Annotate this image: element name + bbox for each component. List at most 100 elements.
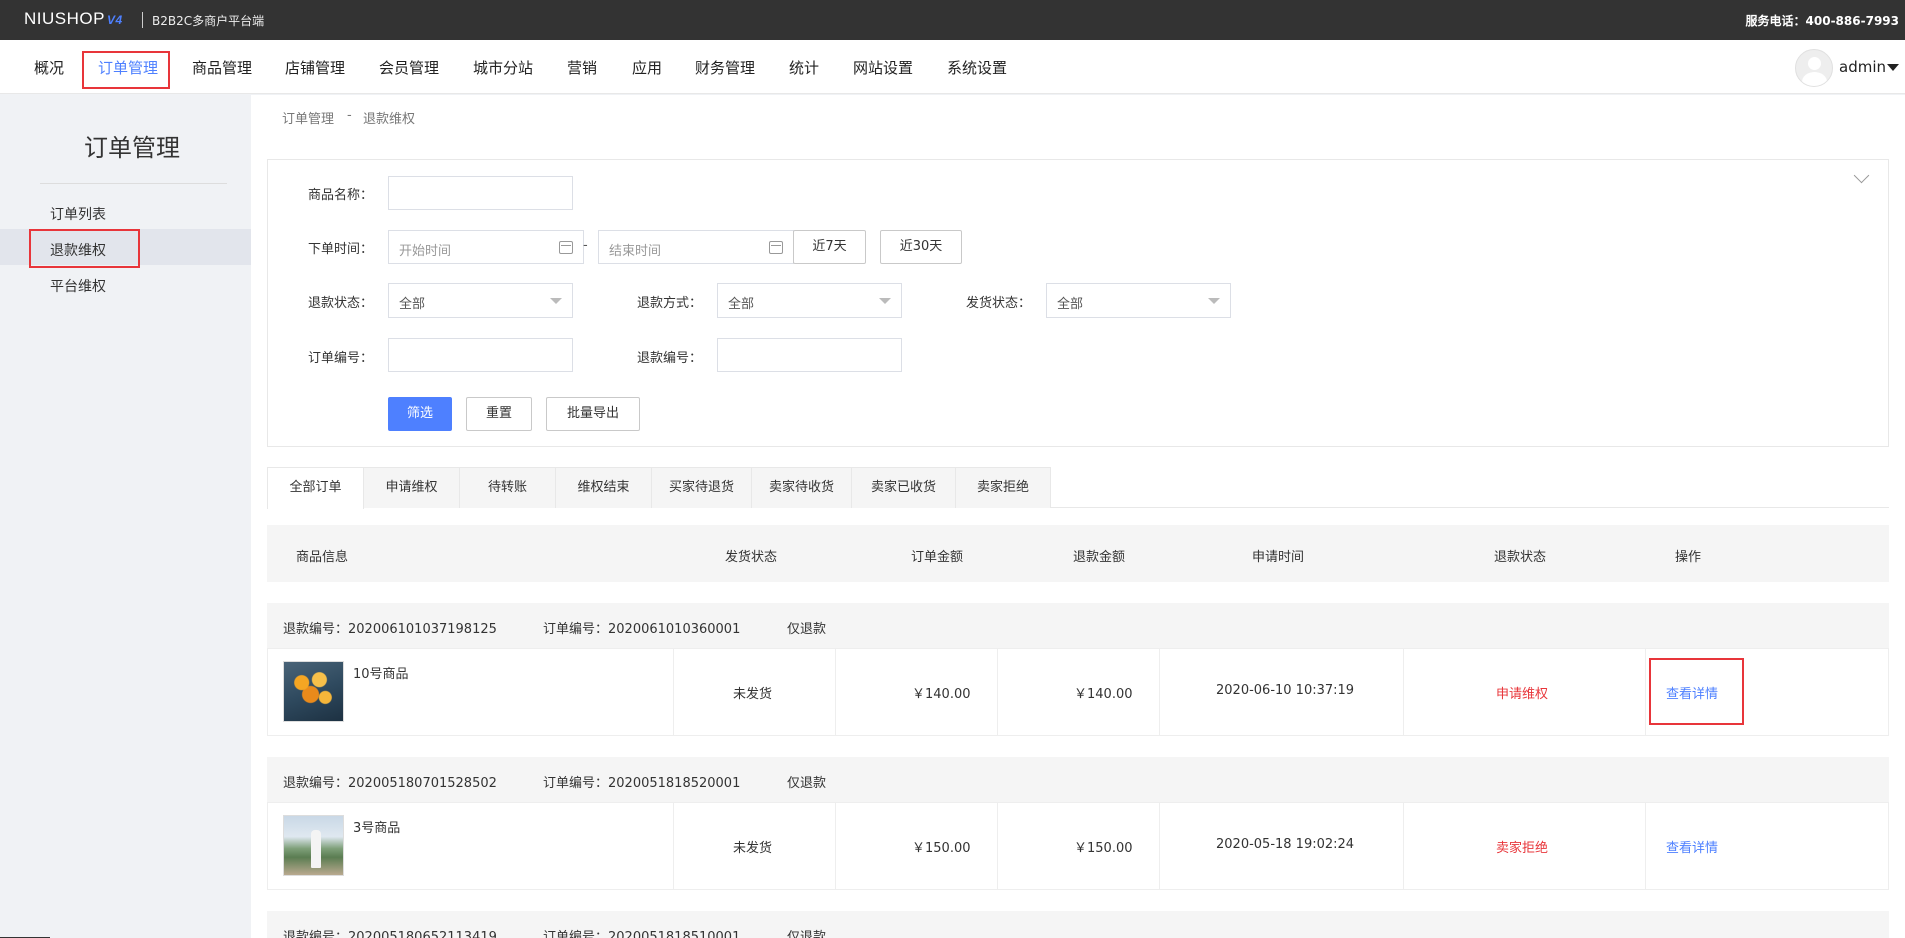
tab-seller-received[interactable]: 卖家已收货 — [851, 467, 956, 508]
refund-method-select[interactable]: 全部 — [717, 283, 902, 318]
cell-divider — [835, 802, 836, 890]
order-amount: ￥140.00 — [912, 687, 971, 702]
cell-divider — [673, 648, 674, 736]
goods-name-input[interactable] — [388, 176, 573, 210]
cell-divider — [835, 648, 836, 736]
refund-status: 卖家拒绝 — [1496, 841, 1549, 856]
tab-apply-rights[interactable]: 申请维权 — [363, 467, 460, 508]
order-no: 订单编号：2020061010360001 — [543, 622, 741, 637]
goods-name[interactable]: 3号商品 — [353, 817, 400, 836]
nav-item-city-station[interactable]: 城市分站 — [473, 57, 533, 78]
caret-down-icon[interactable] — [1887, 64, 1899, 71]
nav-item-stats[interactable]: 统计 — [789, 57, 819, 78]
col-refund-amount: 退款金额 — [1073, 550, 1126, 565]
view-details-link[interactable]: 查看详情 — [1666, 837, 1718, 856]
goods-thumbnail[interactable] — [283, 661, 344, 722]
refund-no: 退款编号：202006101037198125 — [283, 622, 497, 637]
nav-item-apps[interactable]: 应用 — [632, 57, 662, 78]
refund-amount: ￥140.00 — [1074, 687, 1133, 702]
ship-status: 未发货 — [733, 841, 773, 856]
tab-all-orders[interactable]: 全部订单 — [267, 467, 364, 509]
cell-divider — [1403, 648, 1404, 736]
col-order-amount: 订单金额 — [911, 550, 964, 565]
tab-pending-transfer[interactable]: 待转账 — [459, 467, 556, 508]
tab-seller-rejected[interactable]: 卖家拒绝 — [955, 467, 1051, 508]
tab-rights-ended[interactable]: 维权结束 — [555, 467, 652, 508]
top-bar: NIUSHOP V4 B2B2C多商户平台端 服务电话：400-886-7993 — [0, 0, 1905, 40]
nav-item-system-settings[interactable]: 系统设置 — [947, 57, 1007, 78]
refund-amount: ￥150.00 — [1074, 841, 1133, 856]
refund-status: 申请维权 — [1496, 687, 1549, 702]
ship-status: 未发货 — [733, 687, 773, 702]
sidebar-divider — [40, 183, 227, 184]
breadcrumb-current: 退款维权 — [363, 112, 416, 127]
refund-no: 退款编号：202005180701528502 — [283, 776, 497, 791]
refund-no-label: 退款编号： — [637, 351, 703, 366]
cell-divider — [1645, 648, 1646, 736]
action-highlight-box — [1649, 658, 1744, 725]
sidebar-item-order-list[interactable]: 订单列表 — [50, 204, 106, 224]
ship-status-label: 发货状态： — [966, 296, 1032, 311]
order-no-label: 订单编号： — [308, 351, 374, 366]
caret-down-icon — [879, 298, 891, 304]
calendar-icon[interactable] — [769, 241, 783, 254]
logo-divider — [142, 12, 143, 28]
goods-name-label: 商品名称： — [308, 188, 374, 203]
col-ship-status: 发货状态 — [725, 550, 778, 565]
tab-seller-to-receive[interactable]: 卖家待收货 — [751, 467, 852, 508]
col-refund-status: 退款状态 — [1494, 550, 1547, 565]
last-30-days-button[interactable]: 近30天 — [880, 230, 962, 264]
start-time-input[interactable]: 开始时间 — [388, 230, 584, 264]
refund-status-select[interactable]: 全部 — [388, 283, 573, 318]
order-no: 订单编号：2020051818510001 — [543, 930, 741, 938]
nav-item-marketing[interactable]: 营销 — [567, 57, 597, 78]
platform-subtitle: B2B2C多商户平台端 — [152, 14, 265, 28]
order-amount: ￥150.00 — [912, 841, 971, 856]
cell-divider — [997, 648, 998, 736]
batch-export-button[interactable]: 批量导出 — [546, 397, 640, 431]
sidebar-item-platform-rights[interactable]: 平台维权 — [50, 276, 106, 296]
niushop-logo[interactable]: NIUSHOP V4 — [24, 9, 123, 29]
col-apply-time: 申请时间 — [1252, 550, 1305, 565]
tab-buyer-return[interactable]: 买家待退货 — [651, 467, 752, 508]
nav-item-goods[interactable]: 商品管理 — [192, 57, 252, 78]
goods-thumbnail[interactable] — [283, 815, 344, 876]
cell-divider — [1645, 802, 1646, 890]
order-no-input[interactable] — [388, 338, 573, 372]
caret-down-icon — [550, 298, 562, 304]
order-time-label: 下单时间： — [308, 242, 374, 257]
refund-no-input[interactable] — [717, 338, 902, 372]
breadcrumb-orders[interactable]: 订单管理 — [282, 108, 334, 127]
calendar-icon[interactable] — [559, 241, 573, 254]
nav-highlight-box — [82, 51, 170, 89]
refund-type: 仅退款 — [787, 622, 827, 637]
order-no: 订单编号：2020051818520001 — [543, 776, 741, 791]
refund-type: 仅退款 — [787, 776, 827, 791]
nav-item-finance[interactable]: 财务管理 — [695, 57, 755, 78]
ship-status-select[interactable]: 全部 — [1046, 283, 1231, 318]
caret-down-icon — [1208, 298, 1220, 304]
user-name[interactable]: admin — [1839, 58, 1886, 76]
cell-divider — [1159, 802, 1160, 890]
goods-name[interactable]: 10号商品 — [353, 663, 409, 682]
cell-divider — [1159, 648, 1160, 736]
last-7-days-button[interactable]: 近7天 — [793, 230, 866, 264]
nav-item-shops[interactable]: 店铺管理 — [285, 57, 345, 78]
reset-button[interactable]: 重置 — [466, 397, 532, 431]
refund-no: 退款编号：202005180652113419 — [283, 930, 497, 938]
cell-divider — [1403, 802, 1404, 890]
sidebar-title: 订单管理 — [84, 134, 180, 162]
apply-time: 2020-05-18 19:02:24 — [1216, 837, 1355, 852]
end-time-input[interactable]: 结束时间 — [598, 230, 794, 264]
filter-button[interactable]: 筛选 — [388, 397, 452, 431]
nav-item-overview[interactable]: 概况 — [34, 57, 64, 78]
nav-item-site-settings[interactable]: 网站设置 — [853, 57, 913, 78]
refund-group-header — [267, 911, 1889, 938]
cell-divider — [997, 802, 998, 890]
apply-time: 2020-06-10 10:37:19 — [1216, 683, 1355, 698]
nav-item-members[interactable]: 会员管理 — [379, 57, 439, 78]
refund-group-header — [267, 603, 1889, 648]
refund-type: 仅退款 — [787, 930, 827, 938]
cell-divider — [673, 802, 674, 890]
user-avatar[interactable] — [1795, 49, 1833, 87]
